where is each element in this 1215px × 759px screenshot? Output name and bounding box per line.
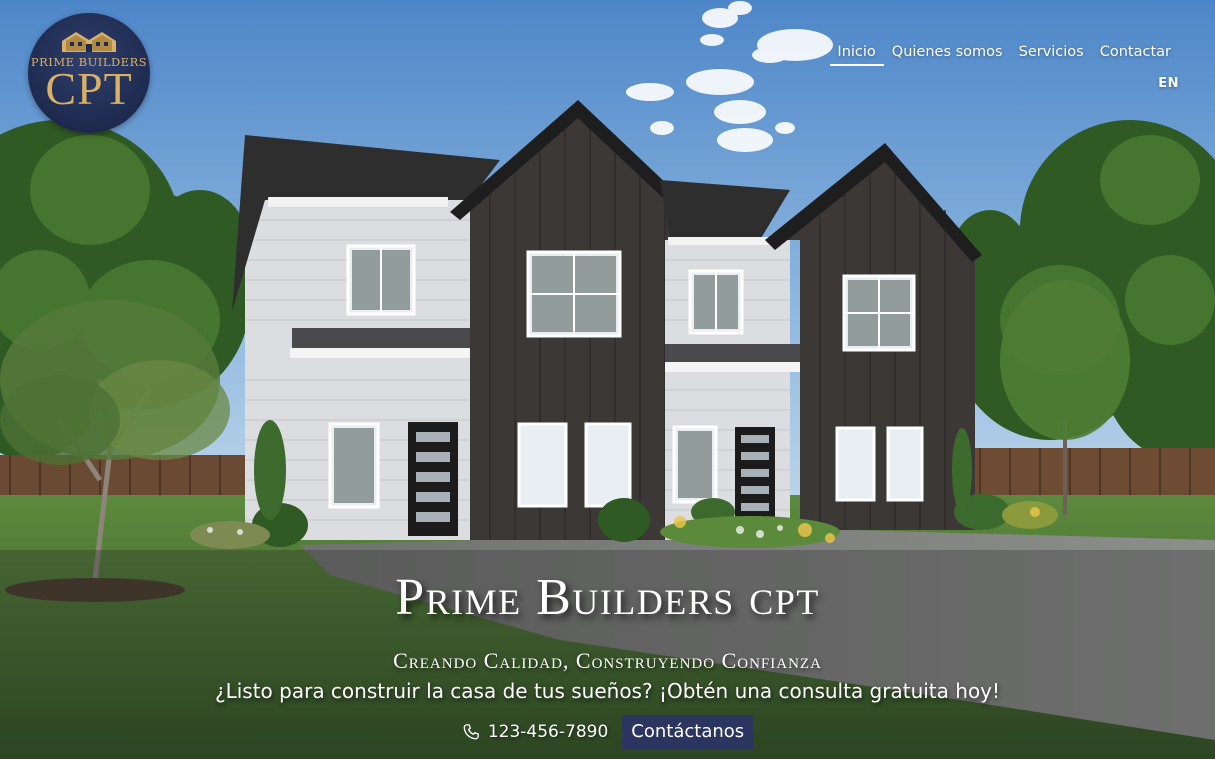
logo-monogram: CPT xyxy=(45,63,133,114)
nav-item-quienes-somos[interactable]: Quienes somos xyxy=(884,44,1011,66)
logo[interactable]: PRIME BUILDERS CPT xyxy=(28,13,150,133)
language-toggle[interactable]: EN xyxy=(1158,76,1179,91)
hero-subtitle: ¿Listo para construir la casa de tus sue… xyxy=(214,679,1001,703)
nav-item-inicio[interactable]: Inicio xyxy=(829,44,885,66)
hero-section: PRIME BUILDERS CPT Inicio Quienes somos … xyxy=(0,0,1215,759)
hero-tagline: Creando Calidad, Construyendo Confianza xyxy=(393,648,822,673)
nav-item-servicios[interactable]: Servicios xyxy=(1011,44,1092,66)
nav-item-contactar[interactable]: Contactar xyxy=(1092,44,1179,66)
main-nav: Inicio Quienes somos Servicios Contactar xyxy=(829,44,1179,66)
phone-icon xyxy=(463,724,479,740)
phone-number: 123-456-7890 xyxy=(487,722,609,742)
house-icon xyxy=(62,32,116,52)
hero-title: Prime Builders cpt xyxy=(395,569,820,626)
contact-button[interactable]: Contáctanos xyxy=(622,715,754,749)
phone-link[interactable]: 123-456-7890 xyxy=(462,722,608,742)
cta-row: 123-456-7890 Contáctanos xyxy=(0,715,1215,749)
